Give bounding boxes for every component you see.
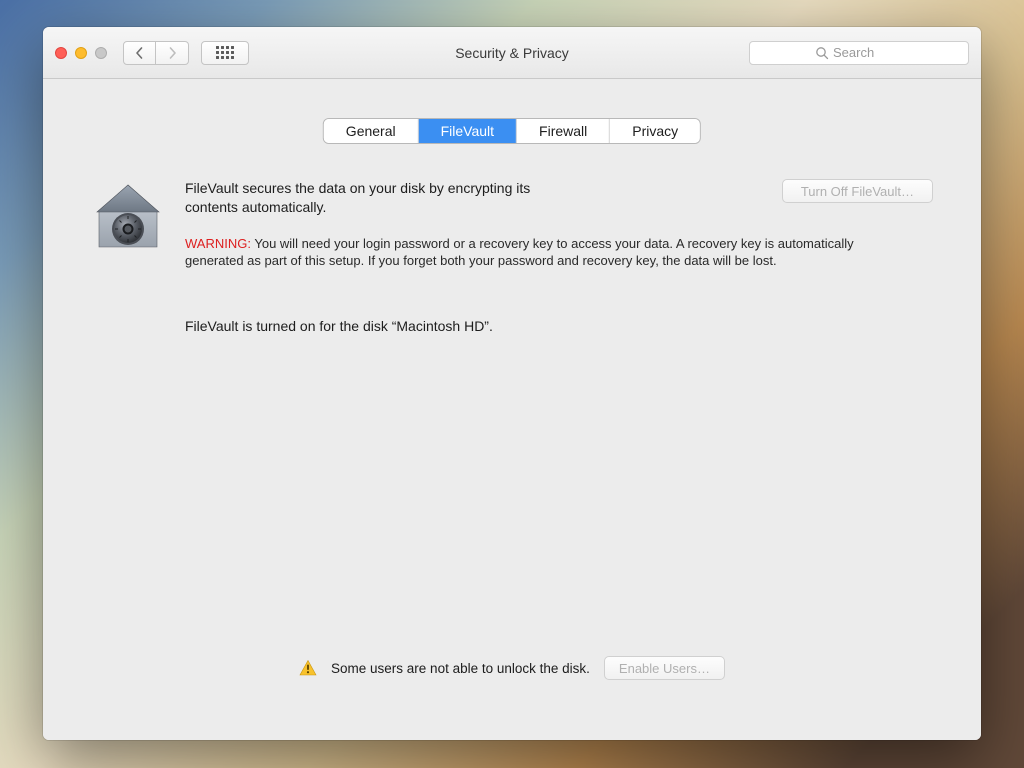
nav-group [123,41,189,65]
enable-users-button[interactable]: Enable Users… [604,656,725,680]
titlebar: Security & Privacy Search [43,27,981,79]
filevault-status: FileVault is turned on for the disk “Mac… [185,318,933,334]
window-controls [55,47,107,59]
warning-triangle-icon [299,659,317,677]
chevron-right-icon [168,47,177,59]
back-button[interactable] [123,41,156,65]
warning-block: WARNING: You will need your login passwo… [185,235,855,270]
forward-button[interactable] [156,41,189,65]
chevron-left-icon [135,47,144,59]
filevault-panel: FileVault secures the data on your disk … [91,179,933,710]
show-all-button[interactable] [201,41,249,65]
preferences-window: Security & Privacy Search General FileVa… [43,27,981,740]
zoom-window-button [95,47,107,59]
tab-filevault[interactable]: FileVault [419,119,517,143]
minimize-window-button[interactable] [75,47,87,59]
filevault-headline: FileVault secures the data on your disk … [185,179,555,217]
search-input[interactable] [749,41,969,65]
filevault-icon [91,181,165,255]
warning-text: You will need your login password or a r… [185,236,854,269]
tab-privacy[interactable]: Privacy [610,119,700,143]
close-window-button[interactable] [55,47,67,59]
grid-icon [216,46,234,59]
turn-off-filevault-button[interactable]: Turn Off FileVault… [782,179,933,203]
content-area: General FileVault Firewall Privacy [43,79,981,740]
tab-general[interactable]: General [324,119,419,143]
tabs: General FileVault Firewall Privacy [324,119,700,143]
search-wrap: Search [749,41,969,65]
unlock-warning-row: Some users are not able to unlock the di… [91,656,933,680]
unlock-warning-text: Some users are not able to unlock the di… [331,661,590,676]
warning-label: WARNING: [185,236,251,251]
tab-firewall[interactable]: Firewall [517,119,610,143]
